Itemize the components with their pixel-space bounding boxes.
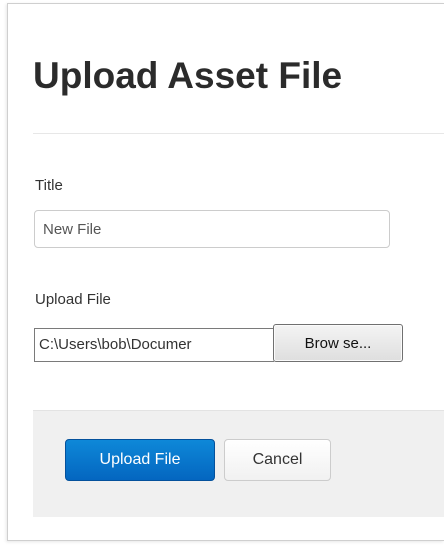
browse-button[interactable]: Brow se... bbox=[273, 324, 403, 362]
dialog-footer: Upload File Cancel bbox=[33, 410, 444, 517]
cancel-button[interactable]: Cancel bbox=[224, 439, 331, 481]
file-path-field[interactable]: C:\Users\bob\Documer bbox=[34, 328, 274, 362]
title-divider bbox=[33, 133, 444, 134]
dialog-title: Upload Asset File bbox=[33, 55, 343, 96]
upload-file-label: Upload File bbox=[35, 291, 111, 308]
upload-file-button[interactable]: Upload File bbox=[65, 439, 215, 481]
title-input[interactable] bbox=[34, 210, 390, 248]
upload-asset-dialog: Upload Asset File Title Upload File C:\U… bbox=[7, 3, 444, 541]
title-label: Title bbox=[35, 177, 63, 194]
